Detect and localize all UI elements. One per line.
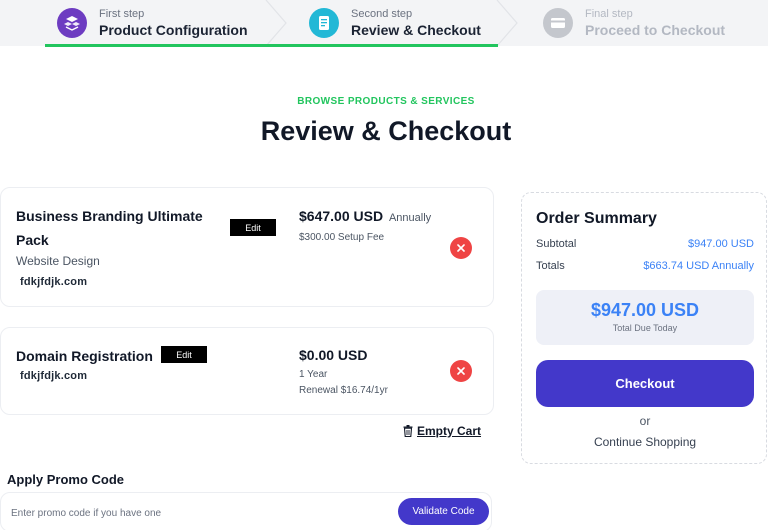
step-caption: Second step: [351, 7, 413, 20]
item-billing-cycle: Annually: [388, 212, 432, 224]
boxes-icon: [57, 8, 87, 38]
step-label: Proceed to Checkout: [585, 21, 726, 38]
item-price-amount: $647.00 USD: [299, 208, 384, 224]
order-summary: Order Summary Subtotal $947.00 USD Total…: [521, 192, 767, 464]
document-icon: [309, 8, 339, 38]
empty-cart-button[interactable]: Empty Cart: [403, 424, 481, 438]
step-caption: First step: [99, 7, 145, 20]
item-price-amount: $0.00 USD: [299, 347, 368, 363]
remove-item-button[interactable]: [450, 360, 472, 382]
checkout-button[interactable]: Checkout: [536, 360, 754, 407]
item-renewal: Renewal $16.74/1yr: [299, 385, 388, 396]
total-due-amount: $947.00 USD: [590, 300, 700, 320]
step-label: Product Configuration: [99, 21, 248, 38]
step-label: Review & Checkout: [351, 21, 481, 38]
edit-button[interactable]: Edit: [230, 219, 276, 236]
item-price: $647.00 USD Annually: [299, 208, 431, 224]
subtotal-label: Subtotal: [536, 238, 577, 250]
item-name: Business Branding Ultimate Pack: [16, 208, 203, 248]
cart-item: Business Branding Ultimate Pack Edit Web…: [0, 187, 494, 307]
promo-code-label: Apply Promo Code: [7, 472, 125, 487]
total-due-caption: Total Due Today: [612, 323, 678, 333]
close-icon: [457, 244, 465, 252]
step-separator-chevron: [265, 0, 287, 46]
step-proceed-to-checkout[interactable]: Final step Proceed to Checkout: [543, 0, 725, 46]
edit-button[interactable]: Edit: [161, 346, 207, 363]
subtotal-row: Subtotal $947.00 USD: [536, 238, 754, 250]
item-domain: fdkjfdjk.com: [20, 276, 88, 288]
item-setup-fee: $300.00 Setup Fee: [299, 232, 385, 243]
step-progress-underline: [45, 44, 498, 47]
step-product-configuration[interactable]: First step Product Configuration: [57, 0, 248, 46]
item-meta: 1 Year Renewal $16.74/1yr: [299, 367, 388, 399]
item-price: $0.00 USD: [299, 347, 367, 363]
total-due-box: $947.00 USD Total Due Today: [536, 290, 754, 345]
item-name: Domain Registration: [16, 348, 153, 364]
subtotal-value: $947.00 USD: [687, 238, 754, 250]
trash-icon: [403, 425, 413, 437]
promo-code-form: Validate Code: [0, 492, 492, 530]
continue-shopping-link[interactable]: Continue Shopping: [522, 435, 768, 449]
totals-label: Totals: [536, 260, 565, 272]
cart-item: Domain Registration Edit fdkjfdjk.com $0…: [0, 327, 494, 415]
item-meta: $300.00 Setup Fee: [299, 230, 384, 246]
page-title: Review & Checkout: [260, 116, 512, 146]
empty-cart-label: Empty Cart: [417, 424, 482, 438]
totals-value: $663.74 USD Annually: [643, 260, 754, 272]
remove-item-button[interactable]: [450, 237, 472, 259]
order-summary-title: Order Summary: [536, 210, 657, 227]
page-eyebrow: BROWSE PRODUCTS & SERVICES: [297, 96, 475, 107]
validate-code-button[interactable]: Validate Code: [398, 498, 489, 525]
promo-code-input[interactable]: [11, 502, 381, 524]
totals-row: Totals $663.74 USD Annually: [536, 260, 754, 272]
step-review-checkout[interactable]: Second step Review & Checkout: [309, 0, 481, 46]
step-separator-chevron: [496, 0, 518, 46]
close-icon: [457, 367, 465, 375]
credit-card-icon: [543, 8, 573, 38]
item-term: 1 Year: [299, 369, 328, 380]
checkout-stepper: First step Product Configuration Second …: [0, 0, 768, 47]
item-domain: fdkjfdjk.com: [20, 370, 88, 382]
item-group: Website Design: [16, 254, 100, 268]
step-caption: Final step: [585, 7, 633, 20]
or-separator: or: [639, 414, 651, 428]
